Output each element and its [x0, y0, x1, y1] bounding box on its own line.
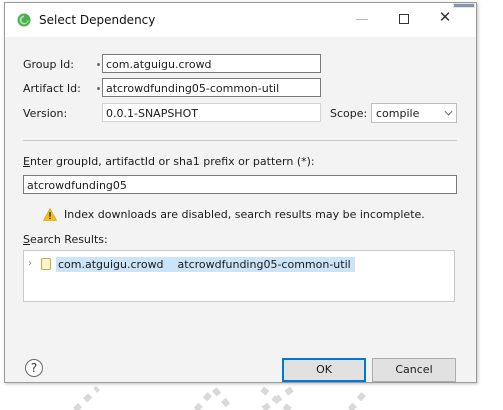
chevron-down-icon — [444, 107, 453, 116]
maximize-button[interactable] — [399, 14, 409, 24]
group-id-field[interactable]: com.atguigu.crowd — [102, 54, 321, 73]
expand-arrow-icon[interactable]: › — [28, 259, 38, 269]
minimize-button[interactable] — [355, 11, 369, 25]
eclipse-icon — [17, 13, 31, 27]
version-field[interactable]: 0.0.1-SNAPSHOT — [102, 103, 321, 122]
version-label: Version: — [23, 107, 68, 120]
separator — [23, 140, 457, 141]
cancel-button[interactable]: Cancel — [372, 358, 456, 382]
artifact-id-field[interactable]: atcrowdfunding05-common-util — [102, 78, 321, 97]
selected-result[interactable]: com.atguigu.crowd atcrowdfunding05-common… — [56, 256, 355, 272]
search-prompt-text: nter groupId, artifactId or sha1 prefix … — [29, 155, 315, 168]
search-input[interactable]: atcrowdfunding05 — [23, 175, 457, 194]
search-results-mnemonic: S — [23, 233, 30, 246]
select-dependency-dialog: Select Dependency ✕ Group Id: com.atguig… — [4, 2, 477, 383]
jar-icon — [41, 258, 51, 270]
required-marker-icon — [97, 87, 100, 90]
search-results-label: Search Results: — [23, 233, 108, 246]
dialog-title: Select Dependency — [39, 13, 156, 27]
title-bar: Select Dependency ✕ — [5, 3, 476, 37]
search-results-text: earch Results: — [29, 233, 108, 246]
result-artifact-id: atcrowdfunding05-common-util — [177, 257, 351, 271]
close-button[interactable]: ✕ — [437, 9, 453, 25]
index-warning-text: Index downloads are disabled, search res… — [64, 208, 425, 221]
search-prompt-mnemonic: E — [23, 155, 30, 168]
group-id-label: Group Id: — [23, 58, 74, 71]
corner-tag-icon — [453, 3, 475, 8]
tree-row[interactable]: › com.atguigu.crowd atcrowdfunding05-comm… — [28, 256, 355, 272]
background-watermark-fragment — [72, 386, 371, 410]
scope-label: Scope: — [330, 107, 368, 120]
ok-button[interactable]: OK — [282, 358, 366, 382]
required-marker-icon — [97, 63, 100, 66]
artifact-id-label: Artifact Id: — [23, 82, 81, 95]
help-button[interactable]: ? — [25, 359, 43, 377]
warning-icon — [43, 208, 57, 221]
search-results-tree[interactable]: › com.atguigu.crowd atcrowdfunding05-comm… — [23, 250, 455, 302]
result-group-id: com.atguigu.crowd — [58, 257, 164, 271]
scope-select-value: compile — [376, 107, 420, 120]
search-prompt-label: Enter groupId, artifactId or sha1 prefix… — [23, 155, 315, 168]
scope-select[interactable]: compile — [371, 103, 457, 123]
